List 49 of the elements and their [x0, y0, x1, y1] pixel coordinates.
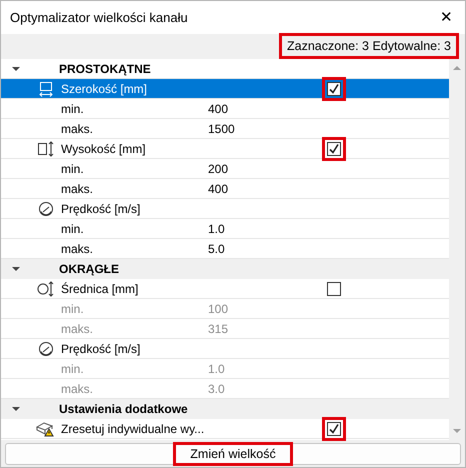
resize-button[interactable]: Zmień wielkość	[5, 442, 461, 464]
group-header: PROSTOKĄTNE	[59, 60, 151, 78]
value-label: maks.	[61, 380, 94, 398]
value-field[interactable]: 1500	[208, 120, 319, 138]
value-field[interactable]: 400	[208, 100, 319, 118]
window-title: Optymalizator wielkości kanału	[10, 8, 188, 27]
checkbox[interactable]	[327, 142, 341, 156]
value-field[interactable]: 400	[208, 180, 319, 198]
height-icon	[37, 140, 55, 156]
value-field[interactable]: 1.0	[208, 220, 319, 238]
property-row[interactable]: Prędkość [m/s]	[1, 199, 449, 219]
warning-icon	[36, 420, 56, 436]
value-label: min.	[61, 220, 85, 238]
property-label: Wysokość [mm]	[61, 140, 147, 158]
checkbox[interactable]	[327, 82, 341, 96]
value-field[interactable]: 200	[208, 160, 319, 178]
gauge-icon	[38, 340, 54, 356]
value-field: 100	[208, 300, 319, 318]
value-label: min.	[61, 300, 85, 318]
diameter-icon	[37, 280, 55, 296]
value-field: 3.0	[208, 380, 319, 398]
property-label: Zresetuj indywidualne wy...	[61, 420, 206, 438]
value-label: maks.	[61, 180, 94, 198]
value-label: maks.	[61, 120, 94, 138]
value-field[interactable]: 5.0	[208, 240, 319, 258]
group-header: Ustawienia dodatkowe	[59, 400, 188, 418]
value-field: 1.0	[208, 360, 319, 378]
property-label: Prędkość [m/s]	[61, 340, 142, 358]
property-row[interactable]: Zresetuj indywidualne wy...	[1, 419, 449, 439]
width-icon	[38, 80, 54, 96]
selection-status: Zaznaczone: 3 Edytowalne: 3	[279, 32, 459, 60]
collapse-arrow-icon[interactable]	[12, 66, 20, 72]
group-header: OKRĄGŁE	[59, 260, 119, 278]
property-row[interactable]: Szerokość [mm]	[1, 79, 449, 99]
property-row[interactable]: Wysokość [mm]	[1, 139, 449, 159]
value-label: min.	[61, 360, 85, 378]
property-label: Prędkość [m/s]	[61, 200, 142, 218]
value-label: maks.	[61, 240, 94, 258]
gauge-icon	[38, 200, 54, 216]
close-button[interactable]: ✕	[438, 10, 455, 25]
value-field: 315	[208, 320, 319, 338]
value-label: min.	[61, 100, 85, 118]
value-label: min.	[61, 160, 85, 178]
property-label: Szerokość [mm]	[61, 80, 148, 98]
checkbox[interactable]	[327, 422, 341, 436]
property-label: Średnica [mm]	[61, 280, 140, 298]
collapse-arrow-icon[interactable]	[12, 266, 20, 272]
collapse-arrow-icon[interactable]	[12, 406, 20, 412]
value-label: maks.	[61, 320, 94, 338]
